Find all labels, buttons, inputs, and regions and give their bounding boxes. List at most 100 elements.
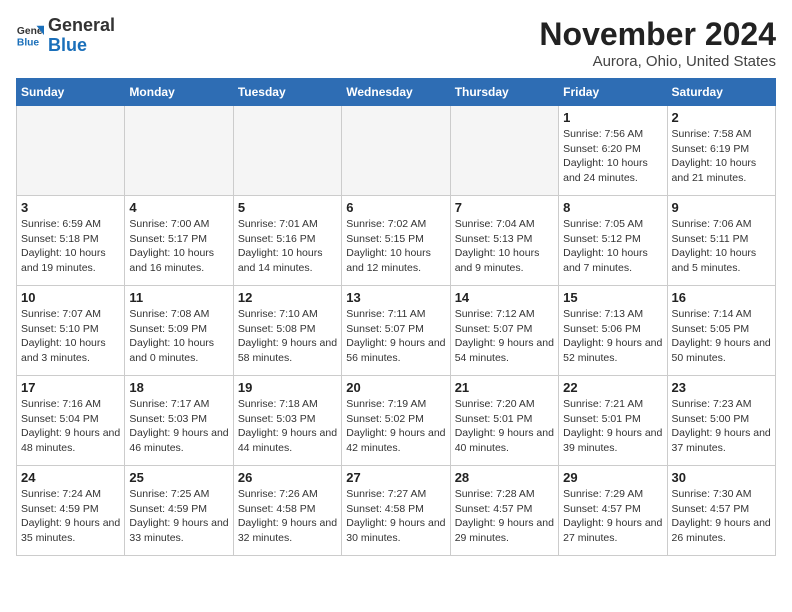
day-number: 1 <box>563 110 662 125</box>
day-number: 25 <box>129 470 228 485</box>
calendar-cell: 4 Sunrise: 7:00 AMSunset: 5:17 PMDaylight… <box>125 196 233 286</box>
day-info: Sunrise: 7:16 AMSunset: 5:04 PMDaylight:… <box>21 397 120 456</box>
calendar-cell: 21 Sunrise: 7:20 AMSunset: 5:01 PMDayligh… <box>450 376 558 466</box>
day-info: Sunrise: 7:18 AMSunset: 5:03 PMDaylight:… <box>238 397 337 456</box>
calendar-header-saturday: Saturday <box>667 79 775 106</box>
day-number: 8 <box>563 200 662 215</box>
day-number: 18 <box>129 380 228 395</box>
month-title: November 2024 <box>539 16 776 53</box>
calendar-header-friday: Friday <box>559 79 667 106</box>
day-info: Sunrise: 7:17 AMSunset: 5:03 PMDaylight:… <box>129 397 228 456</box>
calendar-cell: 30Sunrise: 7:30 AMSunset: 4:57 PMDayligh… <box>667 466 775 556</box>
calendar-cell: 14 Sunrise: 7:12 AMSunset: 5:07 PMDayligh… <box>450 286 558 376</box>
day-number: 10 <box>21 290 120 305</box>
day-number: 2 <box>672 110 771 125</box>
calendar-cell: 23Sunrise: 7:23 AMSunset: 5:00 PMDayligh… <box>667 376 775 466</box>
calendar-cell: 28 Sunrise: 7:28 AMSunset: 4:57 PMDayligh… <box>450 466 558 556</box>
calendar-cell <box>450 106 558 196</box>
calendar-week-row: 3 Sunrise: 6:59 AMSunset: 5:18 PMDaylight… <box>17 196 776 286</box>
day-info: Sunrise: 7:08 AMSunset: 5:09 PMDaylight:… <box>129 307 228 366</box>
day-number: 27 <box>346 470 445 485</box>
calendar-week-row: 17Sunrise: 7:16 AMSunset: 5:04 PMDayligh… <box>17 376 776 466</box>
day-number: 14 <box>455 290 554 305</box>
calendar-cell <box>125 106 233 196</box>
day-info: Sunrise: 7:27 AMSunset: 4:58 PMDaylight:… <box>346 487 445 546</box>
day-info: Sunrise: 7:56 AMSunset: 6:20 PMDaylight:… <box>563 127 662 186</box>
day-info: Sunrise: 6:59 AMSunset: 5:18 PMDaylight:… <box>21 217 120 276</box>
calendar-header-wednesday: Wednesday <box>342 79 450 106</box>
day-info: Sunrise: 7:26 AMSunset: 4:58 PMDaylight:… <box>238 487 337 546</box>
logo-blue-text: Blue <box>48 35 87 55</box>
calendar-cell: 16Sunrise: 7:14 AMSunset: 5:05 PMDayligh… <box>667 286 775 376</box>
title-area: November 2024 Aurora, Ohio, United State… <box>539 16 776 70</box>
day-number: 7 <box>455 200 554 215</box>
day-number: 11 <box>129 290 228 305</box>
calendar-cell: 29 Sunrise: 7:29 AMSunset: 4:57 PMDayligh… <box>559 466 667 556</box>
day-info: Sunrise: 7:20 AMSunset: 5:01 PMDaylight:… <box>455 397 554 456</box>
day-number: 24 <box>21 470 120 485</box>
calendar-cell: 17Sunrise: 7:16 AMSunset: 5:04 PMDayligh… <box>17 376 125 466</box>
day-info: Sunrise: 7:04 AMSunset: 5:13 PMDaylight:… <box>455 217 554 276</box>
day-info: Sunrise: 7:01 AMSunset: 5:16 PMDaylight:… <box>238 217 337 276</box>
day-info: Sunrise: 7:02 AMSunset: 5:15 PMDaylight:… <box>346 217 445 276</box>
svg-text:Blue: Blue <box>17 37 40 48</box>
day-info: Sunrise: 7:24 AMSunset: 4:59 PMDaylight:… <box>21 487 120 546</box>
day-number: 26 <box>238 470 337 485</box>
day-number: 13 <box>346 290 445 305</box>
calendar-cell: 20 Sunrise: 7:19 AMSunset: 5:02 PMDayligh… <box>342 376 450 466</box>
day-info: Sunrise: 7:00 AMSunset: 5:17 PMDaylight:… <box>129 217 228 276</box>
calendar-header-thursday: Thursday <box>450 79 558 106</box>
day-info: Sunrise: 7:06 AMSunset: 5:11 PMDaylight:… <box>672 217 771 276</box>
day-number: 28 <box>455 470 554 485</box>
calendar-header-sunday: Sunday <box>17 79 125 106</box>
day-number: 21 <box>455 380 554 395</box>
calendar-cell <box>17 106 125 196</box>
day-info: Sunrise: 7:14 AMSunset: 5:05 PMDaylight:… <box>672 307 771 366</box>
day-number: 9 <box>672 200 771 215</box>
calendar-cell: 11 Sunrise: 7:08 AMSunset: 5:09 PMDayligh… <box>125 286 233 376</box>
day-number: 20 <box>346 380 445 395</box>
day-info: Sunrise: 7:23 AMSunset: 5:00 PMDaylight:… <box>672 397 771 456</box>
calendar-cell: 1 Sunrise: 7:56 AMSunset: 6:20 PMDaylight… <box>559 106 667 196</box>
calendar-cell: 13 Sunrise: 7:11 AMSunset: 5:07 PMDayligh… <box>342 286 450 376</box>
day-info: Sunrise: 7:13 AMSunset: 5:06 PMDaylight:… <box>563 307 662 366</box>
day-info: Sunrise: 7:25 AMSunset: 4:59 PMDaylight:… <box>129 487 228 546</box>
day-info: Sunrise: 7:29 AMSunset: 4:57 PMDaylight:… <box>563 487 662 546</box>
day-info: Sunrise: 7:21 AMSunset: 5:01 PMDaylight:… <box>563 397 662 456</box>
day-number: 30 <box>672 470 771 485</box>
calendar-cell: 3 Sunrise: 6:59 AMSunset: 5:18 PMDaylight… <box>17 196 125 286</box>
calendar-cell: 24 Sunrise: 7:24 AMSunset: 4:59 PMDayligh… <box>17 466 125 556</box>
logo-general-text: General <box>48 15 115 35</box>
day-info: Sunrise: 7:58 AMSunset: 6:19 PMDaylight:… <box>672 127 771 186</box>
calendar-cell: 2 Sunrise: 7:58 AMSunset: 6:19 PMDaylight… <box>667 106 775 196</box>
day-info: Sunrise: 7:07 AMSunset: 5:10 PMDaylight:… <box>21 307 120 366</box>
calendar-header-tuesday: Tuesday <box>233 79 341 106</box>
day-info: Sunrise: 7:28 AMSunset: 4:57 PMDaylight:… <box>455 487 554 546</box>
calendar-cell: 26 Sunrise: 7:26 AMSunset: 4:58 PMDayligh… <box>233 466 341 556</box>
day-info: Sunrise: 7:11 AMSunset: 5:07 PMDaylight:… <box>346 307 445 366</box>
day-number: 4 <box>129 200 228 215</box>
calendar-cell: 8 Sunrise: 7:05 AMSunset: 5:12 PMDaylight… <box>559 196 667 286</box>
calendar-cell: 9 Sunrise: 7:06 AMSunset: 5:11 PMDaylight… <box>667 196 775 286</box>
calendar-cell: 6Sunrise: 7:02 AMSunset: 5:15 PMDaylight… <box>342 196 450 286</box>
calendar-cell: 22Sunrise: 7:21 AMSunset: 5:01 PMDayligh… <box>559 376 667 466</box>
calendar-week-row: 24 Sunrise: 7:24 AMSunset: 4:59 PMDayligh… <box>17 466 776 556</box>
day-number: 19 <box>238 380 337 395</box>
day-info: Sunrise: 7:05 AMSunset: 5:12 PMDaylight:… <box>563 217 662 276</box>
calendar-cell: 18 Sunrise: 7:17 AMSunset: 5:03 PMDayligh… <box>125 376 233 466</box>
logo-icon: General Blue <box>16 22 44 50</box>
day-number: 3 <box>21 200 120 215</box>
calendar-cell: 19 Sunrise: 7:18 AMSunset: 5:03 PMDayligh… <box>233 376 341 466</box>
calendar-cell <box>342 106 450 196</box>
day-number: 29 <box>563 470 662 485</box>
calendar-cell <box>233 106 341 196</box>
calendar-cell: 15Sunrise: 7:13 AMSunset: 5:06 PMDayligh… <box>559 286 667 376</box>
day-info: Sunrise: 7:12 AMSunset: 5:07 PMDaylight:… <box>455 307 554 366</box>
day-info: Sunrise: 7:10 AMSunset: 5:08 PMDaylight:… <box>238 307 337 366</box>
calendar-cell: 27 Sunrise: 7:27 AMSunset: 4:58 PMDayligh… <box>342 466 450 556</box>
location: Aurora, Ohio, United States <box>539 53 776 70</box>
calendar: SundayMondayTuesdayWednesdayThursdayFrid… <box>16 78 776 556</box>
calendar-cell: 5Sunrise: 7:01 AMSunset: 5:16 PMDaylight… <box>233 196 341 286</box>
day-info: Sunrise: 7:19 AMSunset: 5:02 PMDaylight:… <box>346 397 445 456</box>
day-number: 12 <box>238 290 337 305</box>
